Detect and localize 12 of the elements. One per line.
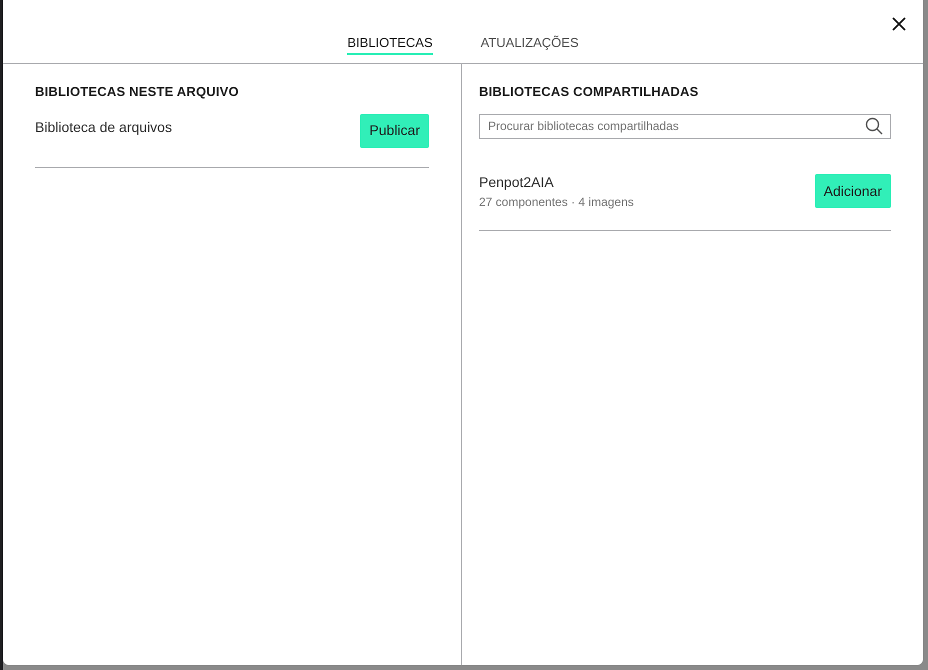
library-name: Penpot2AIA — [479, 172, 555, 192]
library-name: Biblioteca de arquivos — [35, 118, 172, 137]
search-icon — [865, 116, 883, 134]
add-button[interactable]: Adicionar — [814, 174, 891, 208]
search-field[interactable]: Procurar bibliotecas compartilhadas — [479, 114, 891, 138]
library-details: 27 componentes · 4 imagens — [479, 194, 634, 210]
section-title: BIBLIOTECAS NESTE ARQUIVO — [35, 83, 240, 101]
close-icon[interactable] — [891, 16, 907, 32]
publish-button[interactable]: Publicar — [360, 114, 429, 148]
tab[interactable]: BIBLIOTECAS — [347, 32, 433, 55]
section-title: BIBLIOTECAS COMPARTILHADAS — [479, 83, 700, 101]
tab[interactable]: ATUALIZAÇÕES — [480, 32, 579, 55]
